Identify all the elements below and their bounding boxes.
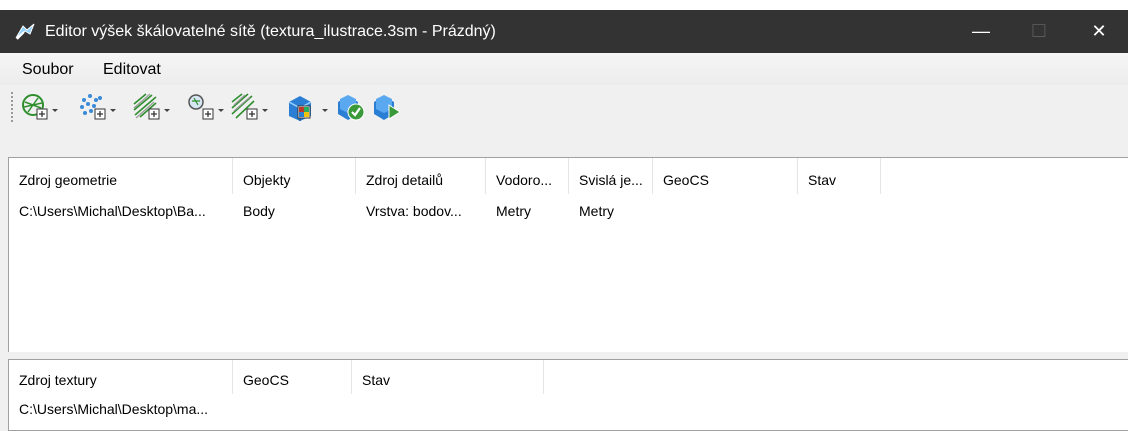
add-search-button[interactable] [186,90,224,124]
run-button[interactable] [372,90,404,124]
column-header-stav[interactable]: Stav [352,360,544,394]
toolbar [0,85,1128,155]
dropdown-arrow-icon[interactable] [110,108,116,112]
cell-objekty: Body [243,203,275,219]
cell-zdroj-textury: C:\Users\Michal\Desktop\ma... [19,401,209,417]
add-mesh-button[interactable] [20,90,58,124]
cube-blue-icon [288,96,312,121]
window-title: Editor výšek škálovatelné sítě (textura_… [45,23,496,40]
dropdown-arrow-icon[interactable] [262,108,268,112]
splitter[interactable] [8,352,1128,358]
validate-icon [338,95,365,121]
cell-vodorovna: Metry [496,203,531,219]
title-bar: Editor výšek škálovatelné sítě (textura_… [0,10,1128,53]
menu-editovat[interactable]: Editovat [103,61,161,79]
menu-soubor[interactable]: Soubor [22,61,74,79]
dropdown-arrow-icon[interactable] [218,108,224,112]
add-texture-icon [231,93,258,120]
dropdown-arrow-icon[interactable] [164,108,170,112]
geometry-table[interactable]: Zdroj geometrie Objekty Zdroj detailů Vo… [8,157,1128,353]
close-button[interactable]: ✕ [1070,10,1128,53]
maximize-button[interactable]: ☐ [1010,10,1068,53]
add-points-button[interactable] [78,90,116,124]
dropdown-arrow-icon[interactable] [322,108,328,112]
column-header-zdroj-geometrie[interactable]: Zdroj geometrie [9,158,233,194]
column-header-geocs[interactable]: GeoCS [653,158,798,194]
top-strip [0,0,1128,10]
cell-svisla: Metry [579,203,614,219]
run-icon [374,95,401,120]
add-lines-icon [133,93,160,120]
column-header-stav[interactable]: Stav [798,158,881,194]
add-search-icon [188,94,214,120]
column-header-objekty[interactable]: Objekty [233,158,356,194]
column-header-zdroj-textury[interactable]: Zdroj textury [9,360,233,394]
column-header-vodorovna[interactable]: Vodoro... [486,158,569,194]
column-header-svisla[interactable]: Svislá je... [569,158,653,194]
app-window: Editor výšek škálovatelné sítě (textura_… [0,0,1128,431]
dropdown-arrow-icon[interactable] [52,108,58,112]
minimize-button[interactable]: — [952,10,1010,53]
toolbar-grip[interactable] [11,92,15,122]
cube-button[interactable] [286,90,328,124]
app-icon [15,23,35,40]
menu-bar: Soubor Editovat [0,53,1128,85]
column-header-zdroj-detailu[interactable]: Zdroj detailů [356,158,486,194]
cell-zdroj-geometrie: C:\Users\Michal\Desktop\Ba... [19,203,206,219]
texture-table[interactable]: Zdroj textury GeoCS Stav C:\Users\Michal… [8,359,1128,431]
validate-button[interactable] [336,90,368,124]
add-mesh-icon [22,94,48,120]
add-texture-button[interactable] [230,90,268,124]
cell-zdroj-detailu: Vrstva: bodov... [366,203,462,219]
column-header-geocs[interactable]: GeoCS [233,360,352,394]
add-lines-button[interactable] [132,90,170,124]
add-points-icon [80,94,106,120]
